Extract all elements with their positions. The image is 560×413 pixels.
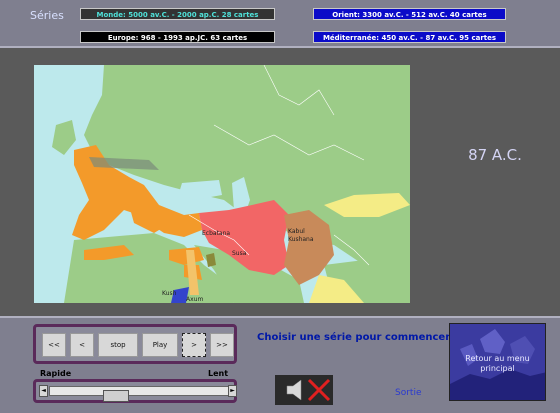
speed-fast-label: Rapide (40, 369, 72, 378)
slider-track[interactable] (49, 386, 229, 402)
series-bar: Séries Monde: 5000 av.C. - 2000 ap.C. 28… (0, 0, 560, 48)
map-label-ecbatana: Ecbatana (202, 230, 230, 237)
series-europe-button[interactable]: Europe: 968 - 1993 ap.JC. 63 cartes (80, 31, 275, 43)
main-menu-label: Retour au menu principal (465, 354, 530, 373)
map-label-kushana: Kushana (288, 236, 314, 243)
choose-series-message: Choisir une série pour commencer (257, 332, 451, 343)
next-button[interactable]: > (182, 333, 206, 357)
map-label-kabul: Kabul (288, 228, 305, 235)
speaker-muted-icon (275, 375, 333, 405)
previous-button[interactable]: < (70, 333, 94, 357)
main-menu-button[interactable]: Retour au menu principal (449, 323, 546, 401)
play-button[interactable]: Play (142, 333, 178, 357)
slider-thumb[interactable] (103, 390, 129, 402)
control-panel: << < stop Play > >> Rapide Lent ◄ ► Choi… (0, 316, 560, 413)
map-label-kush: Kush (162, 290, 177, 297)
first-button[interactable]: << (42, 333, 66, 357)
map-label-susa: Susa (232, 250, 247, 257)
exit-link[interactable]: Sortie (395, 388, 422, 398)
speed-slider[interactable]: ◄ ► (33, 379, 237, 403)
sound-toggle-button[interactable] (275, 375, 333, 405)
series-mediterranean-button[interactable]: Méditerranée: 450 av.C. - 87 av.C. 95 ca… (313, 31, 506, 43)
speed-slow-label: Lent (208, 369, 229, 378)
last-button[interactable]: >> (210, 333, 234, 357)
slider-right-arrow[interactable]: ► (228, 385, 237, 397)
map-drawing: Ecbatana Susa Kabul Kushana Kush Axum (34, 65, 410, 303)
history-map: Ecbatana Susa Kabul Kushana Kush Axum (34, 65, 410, 303)
series-orient-button[interactable]: Orient: 3300 av.C. - 512 av.C. 40 cartes (313, 8, 506, 20)
map-label-axum: Axum (186, 296, 203, 303)
series-world-button[interactable]: Monde: 5000 av.C. - 2000 ap.C. 28 cartes (80, 8, 275, 20)
slider-left-arrow[interactable]: ◄ (39, 385, 48, 397)
playback-controls: << < stop Play > >> (33, 324, 237, 364)
series-label: Séries (30, 9, 64, 22)
stop-button[interactable]: stop (98, 333, 138, 357)
year-display: 87 A.C. (468, 146, 522, 164)
